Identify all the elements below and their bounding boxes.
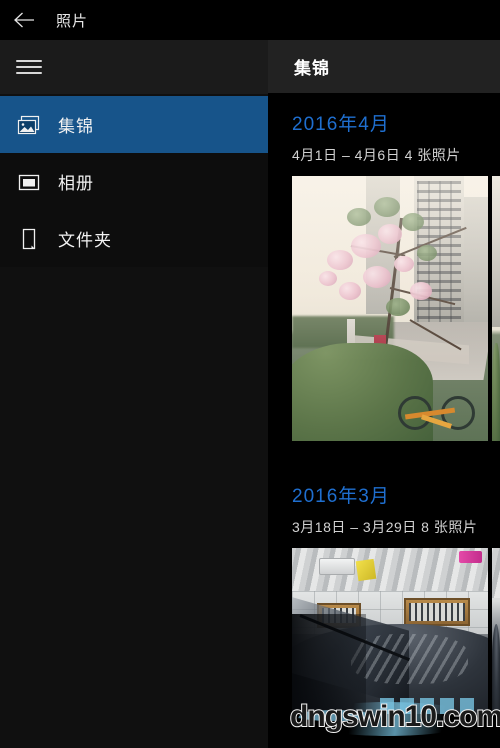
group-subtitle: 4月1日 – 4月6日 4 张照片 bbox=[292, 147, 461, 163]
photo-thumbnail[interactable] bbox=[292, 176, 488, 441]
sidebar-item-collection[interactable]: 集锦 bbox=[0, 96, 268, 153]
photo-street-cherry-blossom bbox=[292, 176, 488, 441]
sidebar-header bbox=[0, 40, 268, 94]
navigation-sidebar: 集锦 相册 文件夹 bbox=[0, 40, 268, 748]
album-icon bbox=[0, 171, 58, 193]
group-title[interactable]: 2016年4月 bbox=[268, 93, 500, 136]
photo-thumbnail-partial[interactable] bbox=[492, 548, 500, 714]
folder-icon bbox=[0, 227, 58, 251]
sidebar-nav-list: 集锦 相册 文件夹 bbox=[0, 96, 268, 267]
app-title: 照片 bbox=[56, 12, 89, 30]
photo-next-partial bbox=[492, 548, 500, 714]
sidebar-item-album[interactable]: 相册 bbox=[0, 153, 268, 210]
sidebar-item-label: 相册 bbox=[58, 174, 94, 193]
back-button[interactable] bbox=[0, 0, 48, 40]
sidebar-item-folder[interactable]: 文件夹 bbox=[0, 210, 268, 267]
content-header: 集锦 bbox=[268, 40, 500, 93]
collection-group: 2016年4月 4月1日 – 4月6日 4 张照片 bbox=[268, 93, 500, 441]
title-bar: 照片 bbox=[0, 0, 500, 40]
photos-app-window: 照片 集锦 相册 文件夹 集锦 2016年4月 4月1日 – 4月6日 4 张照… bbox=[0, 0, 500, 748]
back-arrow-icon bbox=[13, 11, 35, 29]
photo-thumbnail-partial[interactable] bbox=[492, 176, 500, 441]
collection-group: 2016年3月 3月18日 – 3月29日 8 张照片 bbox=[268, 465, 500, 714]
photo-garage-car bbox=[292, 548, 488, 714]
photo-next-partial bbox=[492, 176, 500, 441]
collection-groups: 2016年4月 4月1日 – 4月6日 4 张照片 2016年3月 3月18日 … bbox=[268, 93, 500, 714]
content-pane: 集锦 2016年4月 4月1日 – 4月6日 4 张照片 2016年3月 3月1… bbox=[268, 40, 500, 748]
collection-icon bbox=[0, 114, 58, 136]
page-title: 集锦 bbox=[294, 59, 330, 78]
photo-thumbnail[interactable] bbox=[292, 548, 488, 714]
sidebar-item-label: 文件夹 bbox=[58, 231, 112, 250]
thumbnail-row bbox=[268, 548, 500, 714]
thumbnail-row bbox=[268, 176, 500, 441]
group-title[interactable]: 2016年3月 bbox=[268, 465, 500, 508]
sidebar-item-label: 集锦 bbox=[58, 117, 94, 136]
hamburger-menu-button[interactable] bbox=[0, 40, 58, 94]
group-subtitle: 3月18日 – 3月29日 8 张照片 bbox=[292, 519, 478, 535]
hamburger-menu-icon bbox=[16, 56, 42, 78]
